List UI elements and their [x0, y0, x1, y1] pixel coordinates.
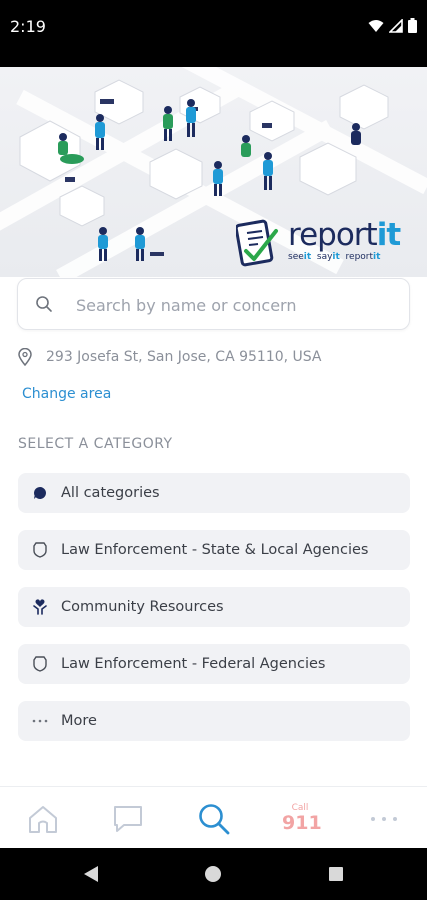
search-icon: [199, 804, 230, 835]
call-number: 911: [282, 812, 322, 834]
chat-bubble-icon: [32, 485, 48, 501]
wifi-icon: [368, 19, 384, 32]
tag-it-1: it: [303, 252, 312, 262]
category-all[interactable]: All categories: [18, 473, 410, 513]
change-area-link[interactable]: Change area: [22, 386, 111, 402]
tag-it-2: it: [332, 252, 340, 262]
search-icon: [36, 296, 52, 312]
category-more[interactable]: More: [18, 701, 410, 741]
brand-name: reportit: [288, 217, 401, 253]
category-community-resources[interactable]: Community Resources: [18, 587, 410, 627]
brand-tagline: seeit sayit reportit: [288, 252, 380, 262]
ellipsis-icon: [32, 713, 48, 729]
badge-shield-icon: [32, 542, 48, 558]
tag-say: say: [316, 252, 333, 262]
search-box[interactable]: [17, 278, 410, 330]
tag-see: see: [288, 252, 304, 262]
status-bar: 2:19: [0, 0, 427, 67]
hands-heart-icon: [32, 599, 48, 615]
brand-name-accent: it: [376, 217, 401, 253]
category-label: Law Enforcement - Federal Agencies: [61, 656, 326, 672]
home-icon: [29, 806, 57, 833]
recents-square-icon: [329, 867, 343, 881]
tag-it-3: it: [373, 252, 381, 262]
search-input[interactable]: [76, 291, 396, 319]
recents-button[interactable]: [326, 864, 346, 884]
location-pin-icon: [18, 348, 32, 366]
signal-icon: [389, 18, 403, 33]
category-label: All categories: [61, 485, 160, 501]
nav-home[interactable]: [25, 801, 61, 837]
category-law-enforcement-federal[interactable]: Law Enforcement - Federal Agencies: [18, 644, 410, 684]
brand-name-main: report: [288, 217, 378, 253]
more-icon: [371, 817, 397, 821]
tag-report: report: [345, 252, 374, 262]
nav-chat[interactable]: [110, 801, 146, 837]
back-button[interactable]: [81, 864, 101, 884]
location-address: 293 Josefa St, San Jose, CA 95110, USA: [46, 349, 322, 365]
category-label: More: [61, 713, 97, 729]
category-label: Law Enforcement - State & Local Agencies: [61, 542, 369, 558]
category-label: Community Resources: [61, 599, 224, 615]
bottom-navigation: Call 911: [0, 786, 427, 848]
home-button[interactable]: [203, 864, 223, 884]
location-row: 293 Josefa St, San Jose, CA 95110, USA: [18, 348, 322, 366]
category-law-enforcement-state-local[interactable]: Law Enforcement - State & Local Agencies: [18, 530, 410, 570]
chat-icon: [114, 806, 142, 832]
clipboard-check-icon: [236, 219, 278, 267]
app-screen: 2:19 reportit seeit sayit reportit Searc…: [0, 0, 427, 900]
nav-search[interactable]: [196, 801, 232, 837]
hero-illustration: reportit seeit sayit reportit: [0, 67, 427, 277]
back-triangle-icon: [84, 866, 98, 882]
status-icons: [368, 18, 417, 33]
nav-call-911[interactable]: Call 911: [282, 803, 322, 835]
nav-more[interactable]: [366, 801, 402, 837]
badge-shield-icon: [32, 656, 48, 672]
status-time: 2:19: [10, 17, 46, 36]
system-navigation-bar: [0, 848, 427, 900]
home-circle-icon: [205, 866, 221, 882]
category-section-title: SELECT A CATEGORY: [18, 436, 173, 452]
battery-icon: [408, 18, 417, 33]
